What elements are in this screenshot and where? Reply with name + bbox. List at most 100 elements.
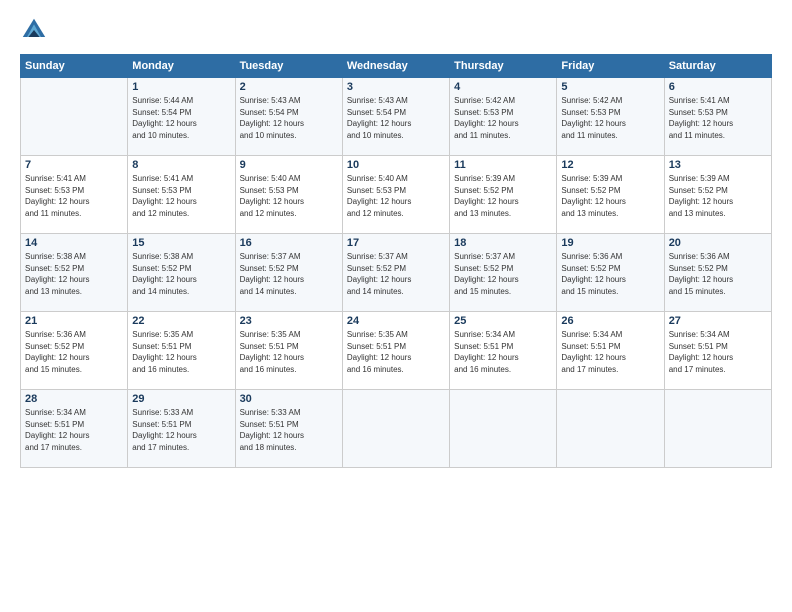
calendar-cell: 8 Sunrise: 5:41 AM Sunset: 5:53 PM Daylig… [128, 156, 235, 234]
day-info: Sunrise: 5:42 AM Sunset: 5:53 PM Dayligh… [561, 95, 659, 141]
calendar-week-1: 1 Sunrise: 5:44 AM Sunset: 5:54 PM Daylig… [21, 78, 772, 156]
calendar-cell: 22 Sunrise: 5:35 AM Sunset: 5:51 PM Dayli… [128, 312, 235, 390]
day-info: Sunrise: 5:41 AM Sunset: 5:53 PM Dayligh… [132, 173, 230, 219]
calendar-cell: 21 Sunrise: 5:36 AM Sunset: 5:52 PM Dayli… [21, 312, 128, 390]
calendar-cell: 7 Sunrise: 5:41 AM Sunset: 5:53 PM Daylig… [21, 156, 128, 234]
column-header-tuesday: Tuesday [235, 55, 342, 78]
calendar-cell [450, 390, 557, 468]
day-info: Sunrise: 5:38 AM Sunset: 5:52 PM Dayligh… [25, 251, 123, 297]
day-info: Sunrise: 5:38 AM Sunset: 5:52 PM Dayligh… [132, 251, 230, 297]
day-info: Sunrise: 5:35 AM Sunset: 5:51 PM Dayligh… [240, 329, 338, 375]
calendar-cell: 4 Sunrise: 5:42 AM Sunset: 5:53 PM Daylig… [450, 78, 557, 156]
day-number: 4 [454, 81, 552, 93]
day-info: Sunrise: 5:42 AM Sunset: 5:53 PM Dayligh… [454, 95, 552, 141]
day-number: 20 [669, 237, 767, 249]
calendar-cell: 19 Sunrise: 5:36 AM Sunset: 5:52 PM Dayli… [557, 234, 664, 312]
calendar-cell: 1 Sunrise: 5:44 AM Sunset: 5:54 PM Daylig… [128, 78, 235, 156]
day-info: Sunrise: 5:33 AM Sunset: 5:51 PM Dayligh… [240, 407, 338, 453]
day-info: Sunrise: 5:37 AM Sunset: 5:52 PM Dayligh… [347, 251, 445, 297]
column-header-saturday: Saturday [664, 55, 771, 78]
day-number: 21 [25, 315, 123, 327]
calendar-cell: 30 Sunrise: 5:33 AM Sunset: 5:51 PM Dayli… [235, 390, 342, 468]
day-info: Sunrise: 5:34 AM Sunset: 5:51 PM Dayligh… [669, 329, 767, 375]
calendar-cell: 28Sunrise: 5:34 AM Sunset: 5:51 PM Dayli… [21, 390, 128, 468]
calendar-week-5: 28Sunrise: 5:34 AM Sunset: 5:51 PM Dayli… [21, 390, 772, 468]
calendar-header: SundayMondayTuesdayWednesdayThursdayFrid… [21, 55, 772, 78]
calendar-cell: 17 Sunrise: 5:37 AM Sunset: 5:52 PM Dayli… [342, 234, 449, 312]
day-info: Sunrise: 5:44 AM Sunset: 5:54 PM Dayligh… [132, 95, 230, 141]
calendar-cell [342, 390, 449, 468]
day-info: Sunrise: 5:43 AM Sunset: 5:54 PM Dayligh… [240, 95, 338, 141]
page: SundayMondayTuesdayWednesdayThursdayFrid… [0, 0, 792, 612]
day-number: 11 [454, 159, 552, 171]
day-info: Sunrise: 5:34 AM Sunset: 5:51 PM Dayligh… [561, 329, 659, 375]
day-info: Sunrise: 5:39 AM Sunset: 5:52 PM Dayligh… [669, 173, 767, 219]
calendar-cell [21, 78, 128, 156]
day-number: 13 [669, 159, 767, 171]
calendar-cell [557, 390, 664, 468]
calendar-cell: 23 Sunrise: 5:35 AM Sunset: 5:51 PM Dayli… [235, 312, 342, 390]
day-info: Sunrise: 5:37 AM Sunset: 5:52 PM Dayligh… [454, 251, 552, 297]
calendar-cell: 11Sunrise: 5:39 AM Sunset: 5:52 PM Dayli… [450, 156, 557, 234]
column-header-friday: Friday [557, 55, 664, 78]
calendar-cell: 3Sunrise: 5:43 AM Sunset: 5:54 PM Daylig… [342, 78, 449, 156]
day-number: 16 [240, 237, 338, 249]
day-number: 30 [240, 393, 338, 405]
column-header-wednesday: Wednesday [342, 55, 449, 78]
day-number: 19 [561, 237, 659, 249]
day-info: Sunrise: 5:36 AM Sunset: 5:52 PM Dayligh… [25, 329, 123, 375]
day-number: 7 [25, 159, 123, 171]
logo [20, 16, 52, 44]
calendar-cell: 29 Sunrise: 5:33 AM Sunset: 5:51 PM Dayli… [128, 390, 235, 468]
calendar-cell: 20 Sunrise: 5:36 AM Sunset: 5:52 PM Dayli… [664, 234, 771, 312]
calendar-week-2: 7 Sunrise: 5:41 AM Sunset: 5:53 PM Daylig… [21, 156, 772, 234]
day-number: 1 [132, 81, 230, 93]
day-number: 22 [132, 315, 230, 327]
calendar-week-3: 14 Sunrise: 5:38 AM Sunset: 5:52 PM Dayli… [21, 234, 772, 312]
calendar-cell: 24 Sunrise: 5:35 AM Sunset: 5:51 PM Dayli… [342, 312, 449, 390]
calendar-cell: 15 Sunrise: 5:38 AM Sunset: 5:52 PM Dayli… [128, 234, 235, 312]
day-info: Sunrise: 5:40 AM Sunset: 5:53 PM Dayligh… [347, 173, 445, 219]
calendar-cell [664, 390, 771, 468]
day-number: 17 [347, 237, 445, 249]
day-info: Sunrise: 5:37 AM Sunset: 5:52 PM Dayligh… [240, 251, 338, 297]
day-number: 14 [25, 237, 123, 249]
day-number: 12 [561, 159, 659, 171]
logo-icon [20, 16, 48, 44]
day-info: Sunrise: 5:41 AM Sunset: 5:53 PM Dayligh… [25, 173, 123, 219]
day-info: Sunrise: 5:41 AM Sunset: 5:53 PM Dayligh… [669, 95, 767, 141]
calendar-cell: 12 Sunrise: 5:39 AM Sunset: 5:52 PM Dayli… [557, 156, 664, 234]
day-info: Sunrise: 5:35 AM Sunset: 5:51 PM Dayligh… [132, 329, 230, 375]
day-number: 8 [132, 159, 230, 171]
day-info: Sunrise: 5:35 AM Sunset: 5:51 PM Dayligh… [347, 329, 445, 375]
day-number: 29 [132, 393, 230, 405]
column-header-sunday: Sunday [21, 55, 128, 78]
day-number: 10 [347, 159, 445, 171]
header [20, 16, 772, 44]
calendar-cell: 13 Sunrise: 5:39 AM Sunset: 5:52 PM Dayli… [664, 156, 771, 234]
column-header-monday: Monday [128, 55, 235, 78]
day-number: 26 [561, 315, 659, 327]
day-number: 24 [347, 315, 445, 327]
day-info: Sunrise: 5:39 AM Sunset: 5:52 PM Dayligh… [561, 173, 659, 219]
calendar-cell: 27 Sunrise: 5:34 AM Sunset: 5:51 PM Dayli… [664, 312, 771, 390]
column-header-thursday: Thursday [450, 55, 557, 78]
day-info: Sunrise: 5:36 AM Sunset: 5:52 PM Dayligh… [669, 251, 767, 297]
calendar-cell: 14 Sunrise: 5:38 AM Sunset: 5:52 PM Dayli… [21, 234, 128, 312]
calendar-cell: 2Sunrise: 5:43 AM Sunset: 5:54 PM Daylig… [235, 78, 342, 156]
day-number: 15 [132, 237, 230, 249]
day-number: 27 [669, 315, 767, 327]
day-info: Sunrise: 5:43 AM Sunset: 5:54 PM Dayligh… [347, 95, 445, 141]
day-info: Sunrise: 5:34 AM Sunset: 5:51 PM Dayligh… [454, 329, 552, 375]
day-number: 23 [240, 315, 338, 327]
calendar-cell: 5Sunrise: 5:42 AM Sunset: 5:53 PM Daylig… [557, 78, 664, 156]
day-number: 18 [454, 237, 552, 249]
day-info: Sunrise: 5:40 AM Sunset: 5:53 PM Dayligh… [240, 173, 338, 219]
day-info: Sunrise: 5:34 AM Sunset: 5:51 PM Dayligh… [25, 407, 123, 453]
calendar-table: SundayMondayTuesdayWednesdayThursdayFrid… [20, 54, 772, 468]
day-number: 9 [240, 159, 338, 171]
day-info: Sunrise: 5:36 AM Sunset: 5:52 PM Dayligh… [561, 251, 659, 297]
calendar-cell: 26 Sunrise: 5:34 AM Sunset: 5:51 PM Dayli… [557, 312, 664, 390]
day-number: 6 [669, 81, 767, 93]
day-info: Sunrise: 5:33 AM Sunset: 5:51 PM Dayligh… [132, 407, 230, 453]
